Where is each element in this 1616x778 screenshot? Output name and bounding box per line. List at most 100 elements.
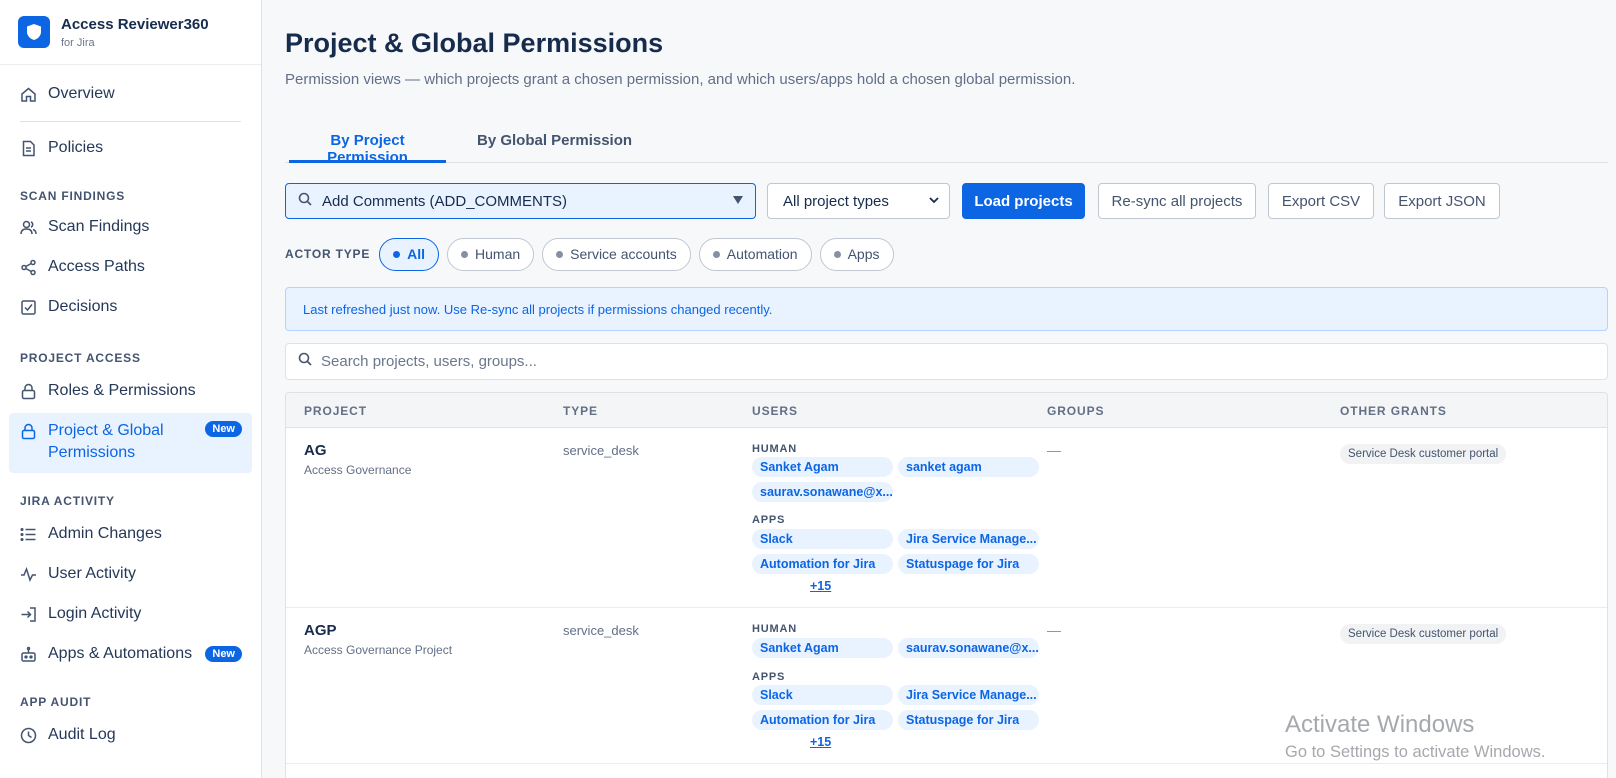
actor-chip-apps[interactable]: Apps bbox=[819, 237, 894, 271]
project-type: service_desk bbox=[563, 443, 639, 458]
app-pill[interactable]: Automation for Jira bbox=[752, 710, 893, 730]
user-pill[interactable]: saurav.sonawane@x... bbox=[898, 638, 1039, 658]
refresh-info-banner: Last refreshed just now. Use Re-sync all… bbox=[285, 287, 1608, 331]
table-header: PROJECT TYPE USERS GROUPS OTHER GRANTS bbox=[286, 393, 1607, 428]
app-pill[interactable]: Jira Service Manage... bbox=[898, 529, 1039, 549]
document-icon bbox=[20, 140, 37, 157]
app-pill[interactable]: Automation for Jira bbox=[752, 554, 893, 574]
groups-value: — bbox=[1047, 442, 1061, 458]
checkbox-icon bbox=[20, 299, 37, 316]
actor-chip-service-accounts[interactable]: Service accounts bbox=[542, 237, 691, 271]
user-pill[interactable]: sanket agam bbox=[898, 457, 1039, 477]
more-users-link[interactable]: +15 bbox=[810, 735, 831, 749]
login-icon bbox=[20, 606, 37, 623]
actor-type-filter: ACTOR TYPE All Human Service accounts Au… bbox=[285, 237, 902, 271]
sidebar-item-scan-findings[interactable]: Scan Findings bbox=[9, 209, 252, 245]
activate-windows-watermark-subtitle: Go to Settings to activate Windows. bbox=[1285, 743, 1546, 761]
dot-icon bbox=[833, 250, 841, 258]
app-pill[interactable]: Slack bbox=[752, 529, 893, 549]
app-pill[interactable]: Jira Service Manage... bbox=[898, 685, 1039, 705]
users-human-label: HUMAN bbox=[752, 443, 797, 455]
user-pill[interactable]: Sanket Agam bbox=[752, 638, 893, 658]
lock-icon bbox=[20, 383, 37, 400]
activate-windows-watermark-title: Activate Windows bbox=[1285, 711, 1475, 738]
chip-label: Apps bbox=[847, 246, 880, 262]
sidebar-item-decisions[interactable]: Decisions bbox=[9, 289, 252, 325]
main-content: Project & Global Permissions Permission … bbox=[263, 0, 1616, 778]
groups-value: — bbox=[1047, 622, 1061, 638]
table-row[interactable]: AG Access Governance service_desk HUMAN … bbox=[286, 428, 1607, 608]
section-label-app-audit: APP AUDIT bbox=[20, 695, 92, 709]
column-header-users[interactable]: USERS bbox=[752, 404, 798, 418]
sidebar-item-apps-automations[interactable]: Apps & Automations New bbox=[9, 636, 252, 672]
sidebar-item-policies[interactable]: Policies bbox=[9, 130, 252, 166]
project-key[interactable]: AG bbox=[304, 442, 327, 459]
users-human-label: HUMAN bbox=[752, 623, 797, 635]
actor-chip-automation[interactable]: Automation bbox=[698, 237, 812, 271]
sidebar-item-label: Project & Global bbox=[48, 422, 164, 439]
app-pill[interactable]: Statuspage for Jira bbox=[898, 710, 1039, 730]
permission-select-value: Add Comments (ADD_COMMENTS) bbox=[322, 192, 568, 210]
resync-all-projects-button[interactable]: Re-sync all projects bbox=[1098, 183, 1256, 219]
more-users-link[interactable]: +15 bbox=[810, 579, 831, 593]
sidebar-item-access-paths[interactable]: Access Paths bbox=[9, 249, 252, 285]
tab-by-project-permission[interactable]: By Project Permission bbox=[289, 132, 446, 166]
sidebar-item-label: Admin Changes bbox=[48, 525, 162, 542]
sidebar-item-roles-permissions[interactable]: Roles & Permissions bbox=[9, 373, 252, 409]
project-types-value: All project types bbox=[783, 192, 889, 210]
caret-down-icon bbox=[733, 196, 743, 204]
sidebar-item-label: Access Paths bbox=[48, 258, 145, 275]
column-header-other-grants[interactable]: OTHER GRANTS bbox=[1340, 404, 1447, 418]
chip-label: Service accounts bbox=[570, 246, 677, 262]
sidebar-item-admin-changes[interactable]: Admin Changes bbox=[9, 516, 252, 552]
user-pill[interactable]: saurav.sonawane@x... bbox=[752, 482, 893, 502]
brand-title: Access Reviewer360 bbox=[61, 15, 209, 33]
sidebar-item-label: Overview bbox=[48, 85, 115, 102]
sidebar-item-login-activity[interactable]: Login Activity bbox=[9, 596, 252, 632]
chip-label: Human bbox=[475, 246, 521, 262]
app-pill[interactable]: Statuspage for Jira bbox=[898, 554, 1039, 574]
sidebar-item-audit-log[interactable]: Audit Log bbox=[9, 717, 252, 753]
actor-chip-human[interactable]: Human bbox=[447, 237, 535, 271]
shield-logo-icon bbox=[18, 16, 50, 48]
project-types-select[interactable]: All project types bbox=[767, 183, 950, 219]
load-projects-button[interactable]: Load projects bbox=[962, 183, 1085, 219]
dot-icon bbox=[393, 250, 401, 258]
user-pill[interactable]: Sanket Agam bbox=[752, 457, 893, 477]
search-bar[interactable] bbox=[285, 343, 1608, 380]
brand-header[interactable]: Access Reviewer360 for Jira bbox=[0, 0, 261, 65]
table-row[interactable]: AGP Access Governance Project service_de… bbox=[286, 608, 1607, 764]
column-header-type[interactable]: TYPE bbox=[563, 404, 598, 418]
sidebar-item-user-activity[interactable]: User Activity bbox=[9, 556, 252, 592]
tab-by-global-permission[interactable]: By Global Permission bbox=[477, 132, 632, 163]
app-pill[interactable]: Slack bbox=[752, 685, 893, 705]
users-icon bbox=[20, 219, 37, 236]
export-csv-button[interactable]: Export CSV bbox=[1268, 183, 1374, 219]
column-header-project[interactable]: PROJECT bbox=[304, 404, 367, 418]
sidebar-divider bbox=[20, 121, 241, 122]
sidebar-item-project-global-permissions[interactable]: Project & Global Permissions New bbox=[9, 413, 252, 473]
new-badge: New bbox=[205, 421, 242, 437]
column-header-groups[interactable]: GROUPS bbox=[1047, 404, 1104, 418]
sidebar-item-label: Apps & Automations bbox=[48, 645, 193, 662]
section-label-project-access: PROJECT ACCESS bbox=[20, 351, 141, 365]
other-grant-pill: Service Desk customer portal bbox=[1340, 444, 1507, 464]
search-icon bbox=[298, 352, 312, 371]
sidebar-item-label: Roles & Permissions bbox=[48, 382, 196, 399]
sidebar-item-label: Decisions bbox=[48, 298, 118, 315]
search-input[interactable] bbox=[321, 353, 1500, 370]
dot-icon bbox=[712, 250, 720, 258]
actor-chip-all[interactable]: All bbox=[379, 237, 440, 271]
section-label-scan-findings: SCAN FINDINGS bbox=[20, 189, 126, 203]
sidebar-item-overview[interactable]: Overview bbox=[9, 76, 252, 112]
export-json-button[interactable]: Export JSON bbox=[1384, 183, 1500, 219]
sidebar-item-label-line2: Permissions bbox=[48, 444, 136, 461]
project-key[interactable]: AGP bbox=[304, 622, 337, 639]
search-icon bbox=[298, 192, 312, 210]
section-label-jira-activity: JIRA ACTIVITY bbox=[20, 494, 115, 508]
permission-select[interactable]: Add Comments (ADD_COMMENTS) bbox=[285, 183, 756, 219]
users-apps-label: APPS bbox=[752, 671, 786, 683]
sidebar-item-label: Login Activity bbox=[48, 605, 142, 622]
tab-bar: By Project Permission By Global Permissi… bbox=[285, 125, 1608, 166]
project-name: Access Governance bbox=[304, 463, 412, 477]
